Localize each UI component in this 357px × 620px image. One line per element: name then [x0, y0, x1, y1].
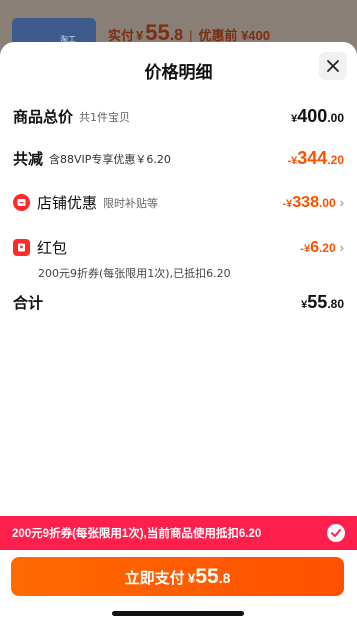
- close-button[interactable]: [319, 52, 347, 80]
- pay-now-yen: ¥: [187, 570, 196, 586]
- check-icon: [331, 529, 341, 537]
- pay-now-button[interactable]: 立即支付 ¥ 55 .8: [11, 557, 344, 596]
- shop-discount-sub: 限时补贴等: [103, 196, 159, 210]
- discount-dec: .20: [327, 153, 344, 167]
- redpacket-yen: -¥: [300, 242, 311, 255]
- redpacket-icon: [13, 239, 30, 256]
- sum-int: 55: [307, 292, 328, 312]
- shop-discount-amount: -¥ 338 .00 ›: [282, 194, 344, 212]
- shop-discount-label: 店铺优惠: [37, 195, 98, 212]
- discount-label: 共减: [13, 151, 44, 168]
- pay-now-int: 55: [195, 565, 219, 588]
- home-indicator: [112, 611, 244, 616]
- background-price-currency: ¥: [136, 28, 144, 43]
- shop-icon: [13, 194, 30, 211]
- row-total-discount: 共减 含88VIP专享优惠￥6.20 -¥ 344 .20: [13, 148, 344, 169]
- coupon-checkbox[interactable]: [327, 524, 345, 542]
- row-total-price: 商品总价 共1件宝贝 ¥ 400 .00: [13, 106, 344, 127]
- redpacket-int: 6: [310, 238, 319, 256]
- row-red-packet[interactable]: 红包 -¥ 6 .20 ›: [13, 237, 344, 258]
- coupon-promo-bar[interactable]: 200元9折券(每张限用1次),当前商品使用抵扣6.20: [0, 516, 357, 550]
- total-price-label: 商品总价: [13, 109, 74, 126]
- coupon-promo-text: 200元9折券(每张限用1次),当前商品使用抵扣6.20: [12, 528, 262, 540]
- chevron-right-icon: ›: [339, 194, 344, 210]
- total-price-sub: 共1件宝贝: [79, 110, 131, 124]
- redpacket-label: 红包: [37, 240, 68, 257]
- discount-int: 344: [297, 148, 328, 168]
- pay-now-label: 立即支付: [124, 570, 185, 587]
- discount-amount: -¥ 344 .20: [287, 148, 344, 169]
- shop-discount-int: 338: [292, 193, 319, 211]
- discount-yen: -¥: [287, 155, 298, 167]
- redpacket-dec: .20: [318, 240, 336, 255]
- shop-discount-yen: -¥: [282, 197, 293, 210]
- sum-dec: .80: [327, 297, 344, 311]
- redpacket-amount: -¥ 6 .20 ›: [300, 239, 344, 257]
- pay-now-dec: .8: [218, 570, 231, 586]
- sum-amount: ¥ 55 .80: [301, 292, 344, 313]
- total-price-int: 400: [297, 106, 328, 126]
- sheet-title: 价格明细: [144, 63, 213, 82]
- discount-sub: 含88VIP专享优惠￥6.20: [49, 152, 171, 166]
- sum-label: 合计: [13, 295, 44, 312]
- total-price-dec: .00: [327, 111, 344, 125]
- chevron-right-icon: ›: [339, 239, 344, 255]
- redpacket-note: 200元9折券(每张限用1次),已抵扣6.20: [38, 267, 231, 280]
- shop-discount-dec: .00: [318, 195, 336, 210]
- row-sum: 合计 ¥ 55 .80: [13, 292, 344, 313]
- row-shop-discount[interactable]: 店铺优惠 限时补贴等 -¥ 338 .00 ›: [13, 192, 344, 213]
- background-price-separator: |: [189, 28, 193, 43]
- close-icon: [327, 60, 339, 72]
- total-price-amount: ¥ 400 .00: [291, 106, 344, 127]
